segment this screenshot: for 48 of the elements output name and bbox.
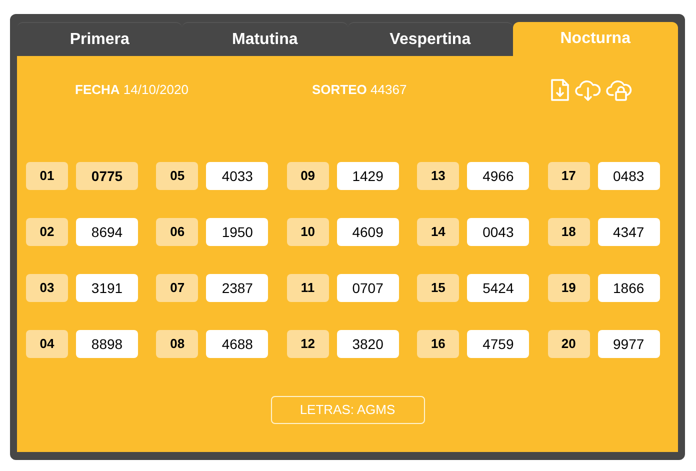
position-number: 16 xyxy=(417,330,460,358)
position-number: 01 xyxy=(26,162,68,190)
position-number: 03 xyxy=(26,274,68,302)
result-number: 0775 xyxy=(76,162,138,190)
result-number: 1429 xyxy=(336,162,399,190)
position-number: 20 xyxy=(548,330,590,358)
result-number: 4347 xyxy=(598,218,660,246)
file-download-icon[interactable] xyxy=(549,78,571,102)
result-number: 3820 xyxy=(336,330,399,358)
date-value: 14/10/2020 xyxy=(123,82,188,98)
result-number: 4759 xyxy=(467,330,530,358)
result-number: 1866 xyxy=(598,274,660,302)
position-number: 04 xyxy=(26,330,68,358)
position-number: 14 xyxy=(417,218,460,246)
result-number: 0483 xyxy=(598,162,660,190)
letters-badge: LETRAS: AGMS xyxy=(270,396,424,424)
result-number: 4033 xyxy=(206,162,268,190)
position-number: 02 xyxy=(26,218,68,246)
position-number: 18 xyxy=(548,218,590,246)
result-number: 0707 xyxy=(336,274,399,302)
result-number: 5424 xyxy=(467,274,530,302)
position-number: 15 xyxy=(417,274,460,302)
cloud-download-icon[interactable] xyxy=(574,78,602,102)
result-number: 3191 xyxy=(76,274,138,302)
result-number: 9977 xyxy=(598,330,660,358)
result-number: 0043 xyxy=(467,218,530,246)
position-number: 13 xyxy=(417,162,460,190)
draw-label: SORTEO xyxy=(312,82,367,98)
result-number: 8694 xyxy=(76,218,138,246)
result-number: 2387 xyxy=(206,274,268,302)
result-number: 1950 xyxy=(206,218,268,246)
result-number: 4609 xyxy=(336,218,399,246)
cloud-lock-icon[interactable] xyxy=(605,78,633,102)
position-number: 17 xyxy=(548,162,590,190)
position-number: 08 xyxy=(156,330,198,358)
result-number: 4966 xyxy=(467,162,530,190)
position-number: 19 xyxy=(548,274,590,302)
position-number: 09 xyxy=(286,162,329,190)
position-number: 06 xyxy=(156,218,198,246)
draw-value: 44367 xyxy=(370,82,407,98)
position-number: 10 xyxy=(286,218,329,246)
date-label: FECHA xyxy=(75,82,120,98)
result-number: 8898 xyxy=(76,330,138,358)
result-number: 4688 xyxy=(206,330,268,358)
position-number: 07 xyxy=(156,274,198,302)
position-number: 05 xyxy=(156,162,198,190)
position-number: 11 xyxy=(286,274,329,302)
position-number: 12 xyxy=(286,330,329,358)
